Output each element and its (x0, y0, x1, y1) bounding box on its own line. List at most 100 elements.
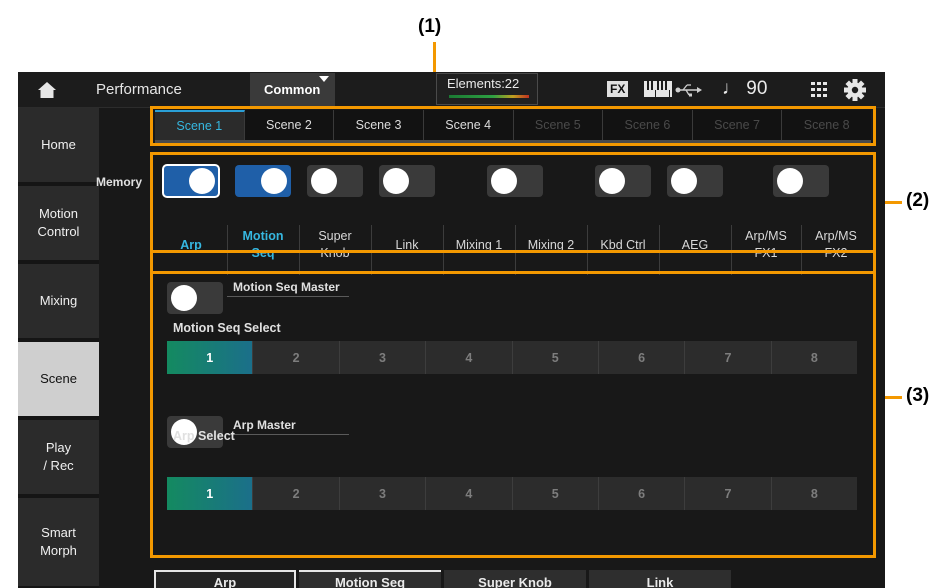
motion-seq-master-toggle[interactable] (167, 282, 223, 314)
memory-switches: Arp Motion Seq Super Knob Link Mixing 1 (155, 157, 871, 277)
part-dropdown[interactable]: Common (250, 73, 335, 106)
arp-option-7[interactable]: 7 (685, 477, 772, 510)
sidebar-item-play-rec[interactable]: Play / Rec (18, 420, 99, 496)
home-button[interactable] (18, 72, 76, 108)
memory-label-motion-seq: Motion Seq (242, 229, 284, 260)
arp-select-label: Arp Select (173, 429, 235, 443)
top-bar: Performance Common Elements:22 FX ♩ 90 (18, 72, 885, 108)
page-title: Performance (96, 81, 182, 98)
home-icon (38, 82, 56, 98)
toggle-knob (311, 168, 337, 194)
motion-seq-option-3[interactable]: 3 (340, 341, 427, 374)
arp-option-3[interactable]: 3 (340, 477, 427, 510)
arp-option-8[interactable]: 8 (772, 477, 857, 510)
memory-label-mixing-2: Mixing 2 (527, 237, 575, 252)
toggle-knob (671, 168, 697, 194)
tab-scene-4[interactable]: Scene 4 (423, 110, 514, 140)
memory-toggle-super-knob[interactable] (307, 165, 363, 197)
tab-scene-7[interactable]: Scene 7 (692, 110, 783, 140)
memory-item-super-knob: Super Knob (299, 157, 371, 277)
scene-tabs: Scene 1 Scene 2 Scene 3 Scene 4 Scene 5 … (155, 110, 871, 140)
sidebar-item-mixing[interactable]: Mixing (18, 264, 99, 340)
arp-option-1[interactable]: 1 (167, 477, 254, 510)
sidebar-item-scene[interactable]: Scene (18, 342, 99, 418)
motion-seq-option-1[interactable]: 1 (167, 341, 254, 374)
arp-option-6[interactable]: 6 (599, 477, 686, 510)
divider (227, 434, 349, 435)
callout-1: (1) (418, 16, 442, 37)
tab-scene-8[interactable]: Scene 8 (782, 110, 871, 140)
bottom-tab-super-knob[interactable]: Super Knob (444, 570, 586, 588)
divider (227, 296, 349, 297)
memory-toggle-arp[interactable] (162, 164, 220, 198)
tab-scene-6[interactable]: Scene 6 (603, 110, 693, 140)
memory-toggle-motion-seq[interactable] (235, 165, 291, 197)
memory-toggle-kbd-ctrl[interactable] (595, 165, 651, 197)
tab-underline (155, 140, 871, 145)
caret-down-icon (319, 76, 329, 82)
toggle-knob (261, 168, 287, 194)
bottom-tabs: Arp Motion Seq Super Knob Link (154, 570, 734, 588)
fx-badge[interactable]: FX (607, 81, 629, 97)
toggle-knob (383, 168, 409, 194)
bottom-tab-motion-seq[interactable]: Motion Seq (299, 570, 441, 588)
tab-scene-2[interactable]: Scene 2 (244, 110, 335, 140)
arp-option-2[interactable]: 2 (253, 477, 340, 510)
motion-seq-master-label: Motion Seq Master (233, 280, 340, 294)
memory-label-link: Link (395, 237, 419, 252)
motion-seq-option-2[interactable]: 2 (253, 341, 340, 374)
memory-toggle-link[interactable] (379, 165, 435, 197)
synth-screen: Performance Common Elements:22 FX ♩ 90 H… (18, 72, 885, 588)
bottom-tab-arp[interactable]: Arp (154, 570, 296, 588)
toggle-knob (189, 168, 215, 194)
motion-seq-select-label: Motion Seq Select (173, 321, 281, 335)
sidebar-item-motion-control[interactable]: Motion Control (18, 186, 99, 262)
tab-scene-1[interactable]: Scene 1 (155, 110, 245, 140)
part-dropdown-label: Common (264, 82, 321, 97)
bottom-tab-link[interactable]: Link (589, 570, 731, 588)
memory-label-mixing-1: Mixing 1 (455, 237, 503, 252)
callout-3: (3) (906, 385, 930, 406)
elements-counter: Elements:22 (436, 73, 538, 105)
toggle-knob (171, 285, 197, 311)
elements-text: Elements:22 (447, 76, 520, 91)
tempo-display[interactable]: ♩ 90 (722, 78, 767, 100)
memory-label-arp: Arp (180, 237, 202, 252)
memory-toggle-mixing[interactable] (487, 165, 543, 197)
motion-seq-option-5[interactable]: 5 (513, 341, 599, 374)
separator (515, 225, 516, 275)
memory-label-kbd-ctrl: Kbd Ctrl (600, 237, 646, 252)
tab-scene-3[interactable]: Scene 3 (334, 110, 424, 140)
keyboard-icon (644, 81, 672, 97)
memory-label-super-knob: Super Knob (318, 229, 352, 260)
sidebar-item-home[interactable]: Home (18, 108, 99, 184)
arp-master-label: Arp Master (233, 418, 296, 432)
usb-icon (675, 84, 702, 97)
separator (801, 225, 802, 275)
memory-item-aeg: AEG (659, 157, 731, 277)
arp-option-5[interactable]: 5 (513, 477, 599, 510)
memory-item-motion-seq: Motion Seq (227, 157, 299, 277)
memory-item-arp: Arp (155, 157, 227, 277)
arp-select: 1 2 3 4 5 6 7 8 (167, 477, 857, 510)
motion-seq-option-7[interactable]: 7 (685, 341, 772, 374)
grid-icon[interactable] (811, 82, 827, 97)
memory-item-link: Link (371, 157, 443, 277)
motion-seq-option-4[interactable]: 4 (426, 341, 513, 374)
gear-icon[interactable] (844, 79, 866, 101)
motion-seq-option-8[interactable]: 8 (772, 341, 857, 374)
manual-figure: (1) (2) (3) Performance Common Elements:… (0, 0, 938, 588)
memory-label-arp-ms-fx1: Arp/MS FX1 (745, 229, 787, 260)
memory-toggle-arp-ms-fx[interactable] (773, 165, 829, 197)
toggle-knob (777, 168, 803, 194)
motion-seq-option-6[interactable]: 6 (599, 341, 686, 374)
memory-toggle-aeg[interactable] (667, 165, 723, 197)
sidebar: Home Motion Control Mixing Scene Play / … (18, 108, 99, 588)
tab-scene-5[interactable]: Scene 5 (513, 110, 604, 140)
arp-option-4[interactable]: 4 (426, 477, 513, 510)
memory-label-aeg: AEG (681, 237, 709, 252)
toggle-knob (599, 168, 625, 194)
sidebar-item-smart-morph[interactable]: Smart Morph (18, 498, 99, 588)
motion-seq-select: 1 2 3 4 5 6 7 8 (167, 341, 857, 374)
memory-label-arp-ms-fx2: Arp/MS FX2 (815, 229, 857, 260)
